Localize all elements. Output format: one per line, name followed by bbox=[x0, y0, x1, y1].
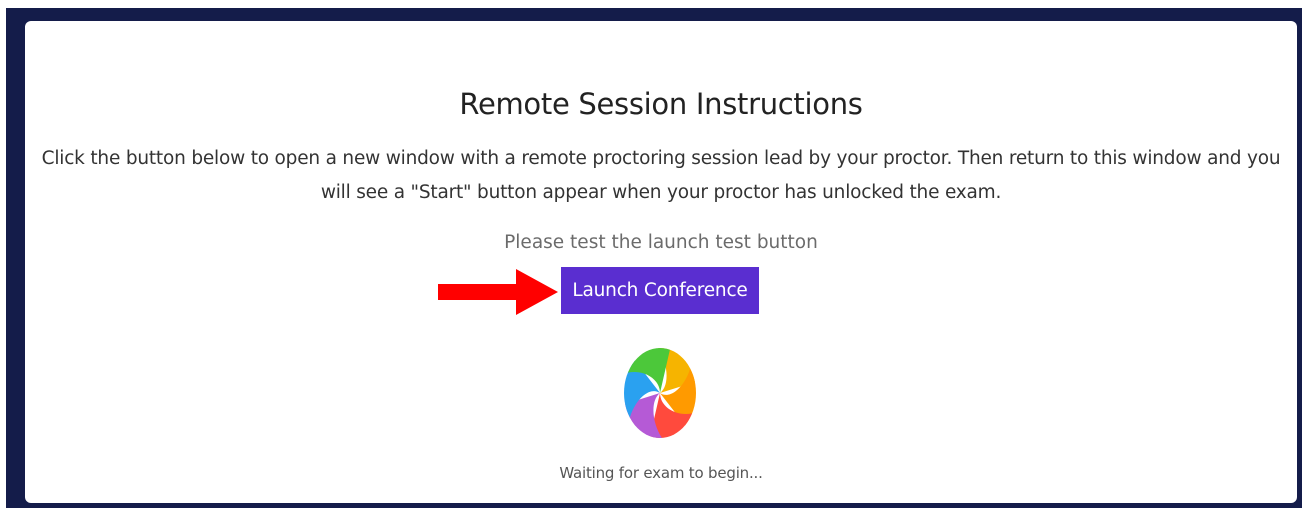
launch-conference-button[interactable]: Launch Conference bbox=[561, 267, 759, 314]
session-card: Remote Session Instructions Click the bu… bbox=[25, 21, 1297, 503]
red-arrow-icon bbox=[438, 269, 558, 315]
spinning-wheel-icon bbox=[624, 348, 696, 438]
instructions-text: Click the button below to open a new win… bbox=[41, 148, 1281, 203]
waiting-status: Waiting for exam to begin... bbox=[559, 464, 763, 482]
test-note: Please test the launch test button bbox=[504, 232, 818, 253]
window-frame: Remote Session Instructions Click the bu… bbox=[6, 8, 1302, 508]
page-title: Remote Session Instructions bbox=[459, 87, 863, 121]
